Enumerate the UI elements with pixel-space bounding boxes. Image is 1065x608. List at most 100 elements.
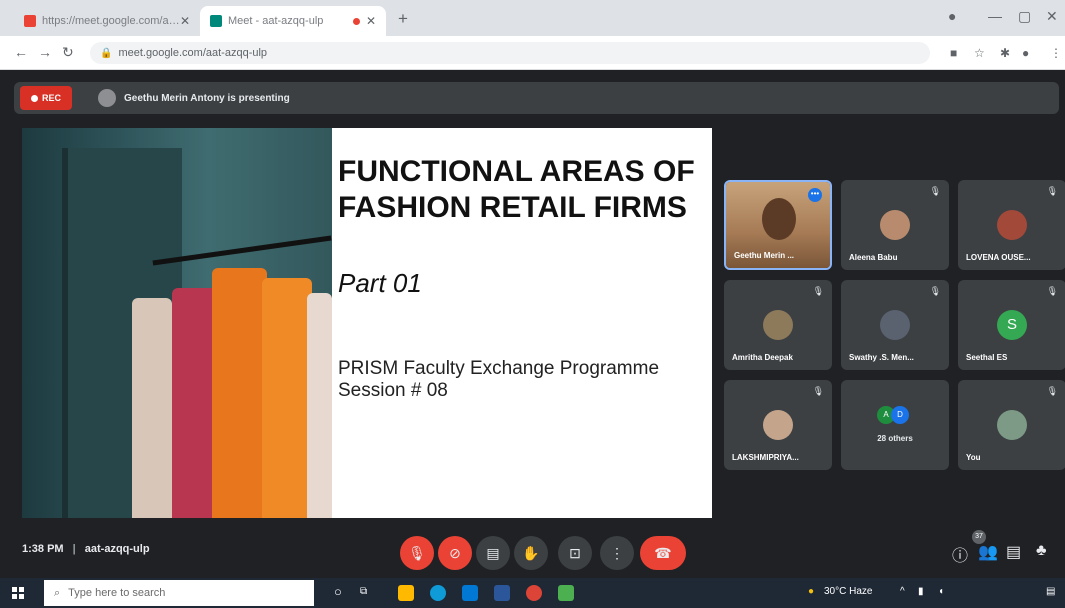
people-button[interactable]: 👥 (978, 542, 998, 562)
close-icon[interactable]: ✕ (180, 14, 190, 28)
participant-name: Amritha Deepak (732, 353, 793, 362)
presenting-text: Geethu Merin Antony is presenting (124, 92, 290, 104)
activities-button[interactable]: ♣ (1036, 542, 1047, 560)
chat-button[interactable]: ▤ (1006, 542, 1021, 562)
camera-toggle-button[interactable]: ⊘ (438, 536, 472, 570)
others-tile[interactable]: A D 28 others (841, 380, 949, 470)
people-count-badge: 37 (972, 530, 986, 544)
participant-tile[interactable]: 🎙 Aleena Babu (841, 180, 949, 270)
more-options-icon[interactable]: ••• (808, 188, 822, 202)
reload-button[interactable]: ↻ (62, 44, 74, 61)
people-icon: 👥 (978, 544, 998, 561)
meet-stage: REC Geethu Merin Antony is presenting FU… (0, 70, 1065, 578)
forward-button[interactable]: → (38, 44, 52, 60)
avatar (98, 89, 116, 107)
participant-name: LOVENA OUSE... (966, 253, 1031, 262)
windows-start-icon[interactable] (12, 587, 24, 599)
participant-tile[interactable]: 🎙 Amritha Deepak (724, 280, 832, 370)
app-icon[interactable] (558, 585, 574, 601)
meeting-time: 1:38 PM (22, 543, 64, 555)
close-icon[interactable]: ✕ (366, 14, 376, 28)
info-icon: ⓘ (952, 548, 969, 565)
extensions-icon[interactable]: ✱ (1000, 46, 1010, 60)
avatar (763, 410, 793, 440)
avatar: D (891, 406, 909, 424)
tab-gmail[interactable]: https://meet.google.com/aat-a... ✕ (14, 6, 200, 36)
search-icon: ⌕ (54, 586, 61, 599)
participant-name: Swathy .S. Men... (849, 353, 914, 362)
meet-icon (210, 15, 222, 27)
chevron-up-icon[interactable]: ^ (900, 586, 905, 597)
slide-title: FUNCTIONAL AREAS OF FASHION RETAIL FIRMS (338, 155, 695, 224)
word-icon[interactable] (494, 585, 510, 601)
browser-tab-bar: https://meet.google.com/aat-a... ✕ Meet … (0, 0, 1065, 36)
hangup-icon: ☎ (654, 544, 672, 561)
mic-off-icon: 🎙 (1046, 186, 1058, 196)
profile-icon[interactable]: ● (948, 8, 956, 24)
others-avatars: A D (877, 406, 909, 424)
face-shape (762, 198, 796, 240)
participant-tile[interactable]: 🎙 LOVENA OUSE... (958, 180, 1065, 270)
taskbar-search-input[interactable]: ⌕ Type here to search (44, 580, 314, 606)
file-explorer-icon[interactable] (398, 585, 414, 601)
maximize-button[interactable]: ▢ (1018, 8, 1031, 25)
cortana-icon[interactable]: ○ (334, 584, 342, 599)
garment (132, 298, 172, 518)
clothing-rack-image (22, 128, 332, 518)
meeting-controls-bar: 1:38 PM | aat-azqq-ulp 🎙 ⊘ ▤ ✋ ⊡ ⋮ ☎ ⓘ 👥… (0, 528, 1065, 578)
slide-subtitle: Part 01 (338, 268, 422, 298)
weather-text[interactable]: 30°C Haze (824, 586, 872, 597)
task-view-icon[interactable]: ⧉ (360, 586, 367, 597)
window-close-button[interactable]: ✕ (1046, 8, 1058, 25)
star-icon[interactable]: ☆ (974, 46, 985, 60)
present-icon: ⊡ (569, 544, 581, 561)
notifications-icon[interactable]: ▤ (1046, 586, 1055, 597)
chrome-icon[interactable] (526, 585, 542, 601)
menu-icon[interactable]: ⋮ (1050, 46, 1062, 60)
participant-name: You (966, 453, 981, 462)
participant-tile[interactable]: 🎙 LAKSHMIPRIYA... (724, 380, 832, 470)
edge-icon[interactable] (430, 585, 446, 601)
meeting-info-button[interactable]: ⓘ (952, 542, 968, 566)
camera-off-icon: ⊘ (449, 544, 461, 561)
raise-hand-button[interactable]: ✋ (514, 536, 548, 570)
hand-icon: ✋ (522, 544, 540, 561)
captions-button[interactable]: ▤ (476, 536, 510, 570)
activities-icon: ♣ (1036, 542, 1047, 559)
avatar (763, 310, 793, 340)
tab-title: Meet - aat-azqq-ulp (228, 15, 324, 27)
participant-tile-self[interactable]: 🎙 You (958, 380, 1065, 470)
network-icon[interactable]: ▮ (918, 586, 924, 597)
new-tab-button[interactable]: + (398, 9, 408, 29)
participant-tile[interactable]: ••• Geethu Merin ... (724, 180, 832, 270)
present-button[interactable]: ⊡ (558, 536, 592, 570)
garment (212, 268, 267, 518)
mic-off-icon: 🎙 (408, 544, 426, 561)
store-icon[interactable] (462, 585, 478, 601)
recording-indicator[interactable]: REC (20, 86, 72, 110)
gmail-icon (24, 15, 36, 27)
mic-off-icon: 🎙 (812, 386, 824, 396)
mic-off-icon: 🎙 (1046, 386, 1058, 396)
participant-tile[interactable]: 🎙 S Seethal ES (958, 280, 1065, 370)
avatar[interactable]: ● (1022, 46, 1029, 60)
leave-call-button[interactable]: ☎ (640, 536, 686, 570)
avatar (997, 210, 1027, 240)
camera-icon[interactable]: ■ (950, 46, 957, 60)
back-button[interactable]: ← (14, 44, 28, 60)
presenting-info: Geethu Merin Antony is presenting (98, 86, 338, 110)
garment (307, 293, 332, 518)
others-count: 28 others (877, 434, 913, 443)
slide-line: PRISM Faculty Exchange Programme (338, 358, 660, 379)
avatar: S (997, 310, 1027, 340)
volume-icon[interactable]: ◖ (938, 586, 944, 597)
participant-tile[interactable]: 🎙 Swathy .S. Men... (841, 280, 949, 370)
mic-off-icon: 🎙 (1046, 286, 1058, 296)
more-options-button[interactable]: ⋮ (600, 536, 634, 570)
tab-meet[interactable]: Meet - aat-azqq-ulp ✕ (200, 6, 386, 36)
url-input[interactable]: 🔒 meet.google.com/aat-azqq-ulp (90, 42, 930, 64)
search-placeholder: Type here to search (68, 587, 166, 599)
minimize-button[interactable]: — (988, 8, 1002, 24)
mic-toggle-button[interactable]: 🎙 (400, 536, 434, 570)
url-text: meet.google.com/aat-azqq-ulp (118, 47, 268, 59)
